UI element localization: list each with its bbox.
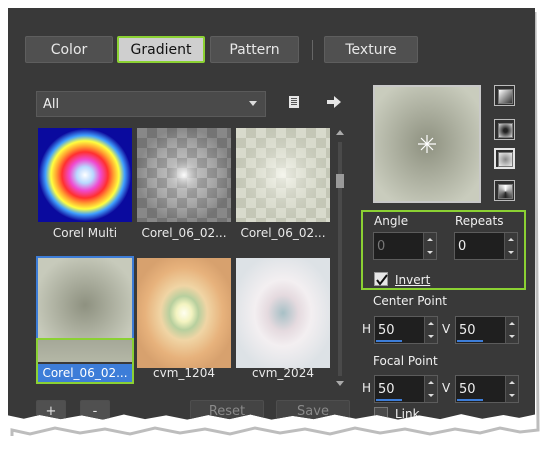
library-icon[interactable] [287,95,301,109]
scrollbar-thumb[interactable] [336,174,344,188]
category-dropdown[interactable]: All [36,91,266,117]
repeats-spin-arrows[interactable] [504,233,517,259]
repeats-spinbox[interactable]: 0 [454,232,518,260]
tab-gradient[interactable]: Gradient [117,36,205,63]
focal-v-spinbox[interactable]: 50 [455,375,519,403]
center-v-value: 50 [459,322,476,338]
tab-texture[interactable]: Texture [324,36,418,63]
chevron-down-icon [249,101,257,106]
material-properties-panel: Color Gradient Pattern Texture All Corel… [8,8,535,420]
angle-value: 0 [377,238,386,254]
focal-v-slider[interactable] [457,399,483,401]
sunburst-gradient-style-icon[interactable] [494,148,515,169]
tab-pattern[interactable]: Pattern [210,36,299,63]
repeats-label: Repeats [455,214,504,228]
tab-color[interactable]: Color [25,36,113,63]
focal-h-value: 50 [378,381,395,397]
gradient-thumb-3[interactable]: Corel_06_02... [236,128,330,240]
gradient-preview-corel-06-02-b [236,128,330,222]
gradient-thumb-5[interactable]: cvm_1204 [137,258,231,384]
checkmark-icon [376,274,388,286]
angle-label: Angle [374,214,409,228]
gradient-thumb-label: Corel_06_02... [141,226,227,240]
gradient-thumb-label: Corel_06_02... [38,364,132,382]
gradient-preview-cvm-1204 [137,258,231,368]
center-h-slider[interactable] [376,340,402,342]
focal-v-spin-arrows[interactable] [505,376,518,402]
arrow-right-icon[interactable] [326,95,342,109]
gradient-thumb-label: Corel Multi [52,226,118,240]
gradient-preview[interactable] [373,85,481,203]
gradient-thumb-4-selected[interactable]: Corel_06_02... [36,256,134,384]
focal-h-spin-arrows[interactable] [424,376,437,402]
focal-point-label: Focal Point [373,354,438,368]
gradient-thumb-2[interactable]: Corel_06_02... [137,128,231,240]
center-h-value: 50 [378,322,395,338]
focal-v-label: V [442,381,451,395]
category-dropdown-value: All [43,96,60,112]
center-v-spin-arrows[interactable] [505,317,518,343]
gradient-preview-corel-06-02-a [137,128,231,222]
focal-h-label: H [362,381,372,395]
angle-spin-arrows[interactable] [423,233,436,259]
invert-label[interactable]: Invert [395,273,430,287]
focal-h-spinbox[interactable]: 50 [374,375,438,403]
focal-v-value: 50 [459,381,476,397]
center-v-spinbox[interactable]: 50 [455,316,519,344]
center-v-label: V [442,322,451,336]
gradient-preview-cvm-2024 [236,258,330,368]
radial-gradient-style-icon[interactable] [494,180,515,201]
tab-divider [312,40,313,60]
gradient-preview-corel-multi [38,128,132,222]
invert-checkbox[interactable] [374,272,388,286]
center-h-spin-arrows[interactable] [424,317,437,343]
selected-thumb-highlight: Corel_06_02... [36,338,134,384]
gradient-thumb-1[interactable]: Corel Multi [38,128,132,240]
gradient-preview-canvas [375,87,479,201]
center-h-spinbox[interactable]: 50 [374,316,438,344]
center-point-label: Center Point [373,294,447,308]
center-v-slider[interactable] [457,340,483,342]
gradient-thumb-label: Corel_06_02... [240,226,326,240]
library-scrollbar[interactable] [334,128,346,388]
repeats-value: 0 [458,238,467,254]
rectangular-gradient-style-icon[interactable] [494,119,515,140]
scroll-down-icon[interactable] [336,381,344,386]
focal-h-slider[interactable] [376,399,402,401]
linear-gradient-style-icon[interactable] [494,85,515,106]
angle-spinbox[interactable]: 0 [373,232,437,260]
center-h-label: H [362,322,372,336]
gradient-thumb-6[interactable]: cvm_2024 [236,258,330,384]
scroll-up-icon[interactable] [336,130,344,135]
